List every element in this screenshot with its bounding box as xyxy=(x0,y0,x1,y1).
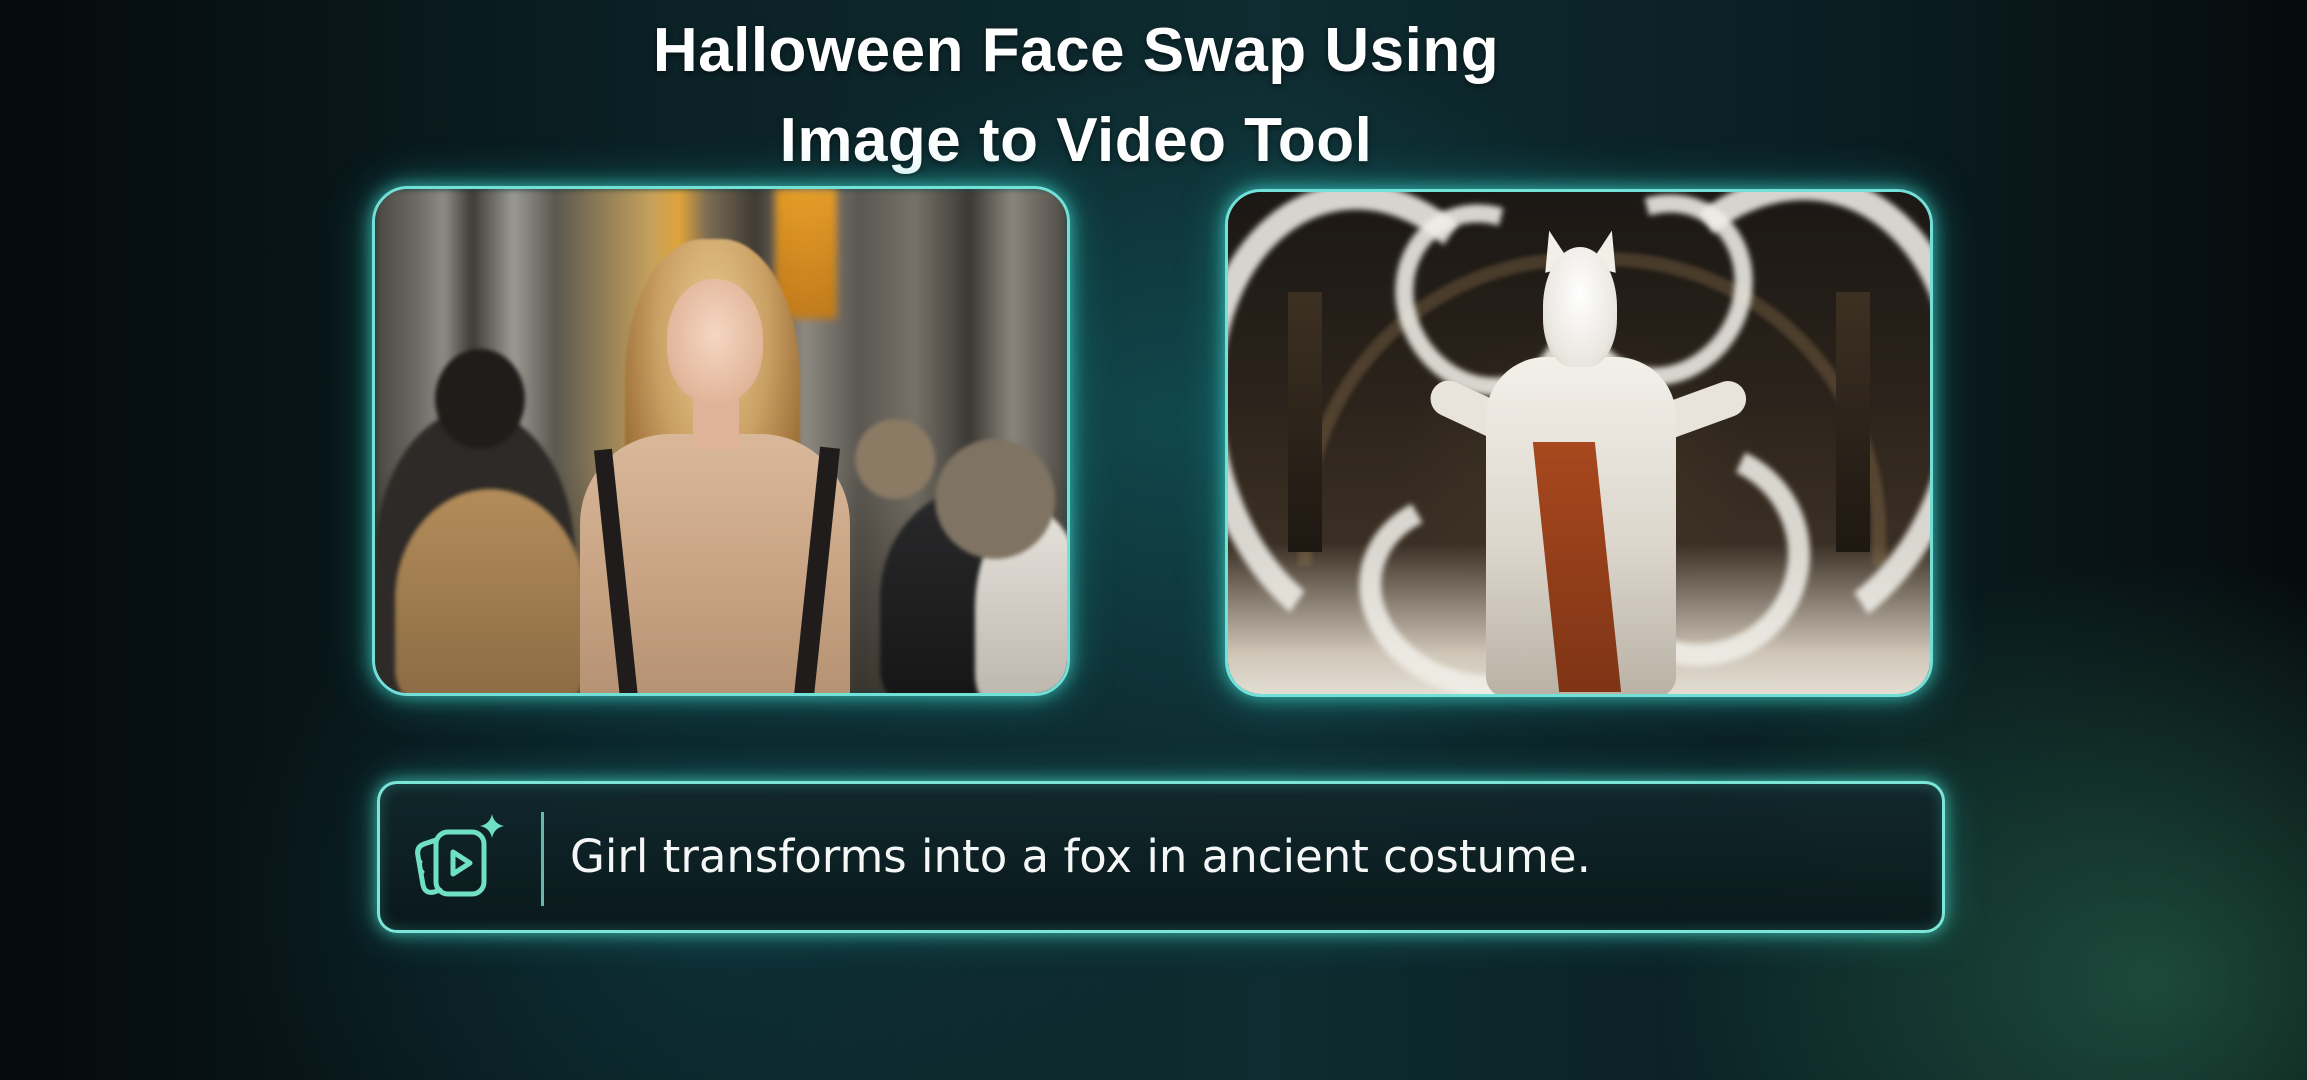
crowd-person-head xyxy=(935,439,1055,559)
source-image xyxy=(372,186,1070,696)
title-line-1: Halloween Face Swap Using xyxy=(652,16,1500,85)
result-image xyxy=(1225,189,1933,697)
prompt-text[interactable]: Girl transforms into a fox in ancient co… xyxy=(570,784,1591,930)
page-title: Halloween Face Swap Using Image to Video… xyxy=(0,6,2307,186)
crowd-person-head xyxy=(435,349,525,449)
crowd-person xyxy=(395,489,585,693)
crowd-person-head xyxy=(855,419,935,499)
woman-face xyxy=(667,279,763,403)
image-to-video-sparkle-icon xyxy=(406,810,506,910)
prompt-divider xyxy=(541,812,544,906)
fox-head xyxy=(1543,247,1617,367)
title-line-2: Image to Video Tool xyxy=(779,106,1373,175)
prompt-bar[interactable]: Girl transforms into a fox in ancient co… xyxy=(377,781,1945,933)
